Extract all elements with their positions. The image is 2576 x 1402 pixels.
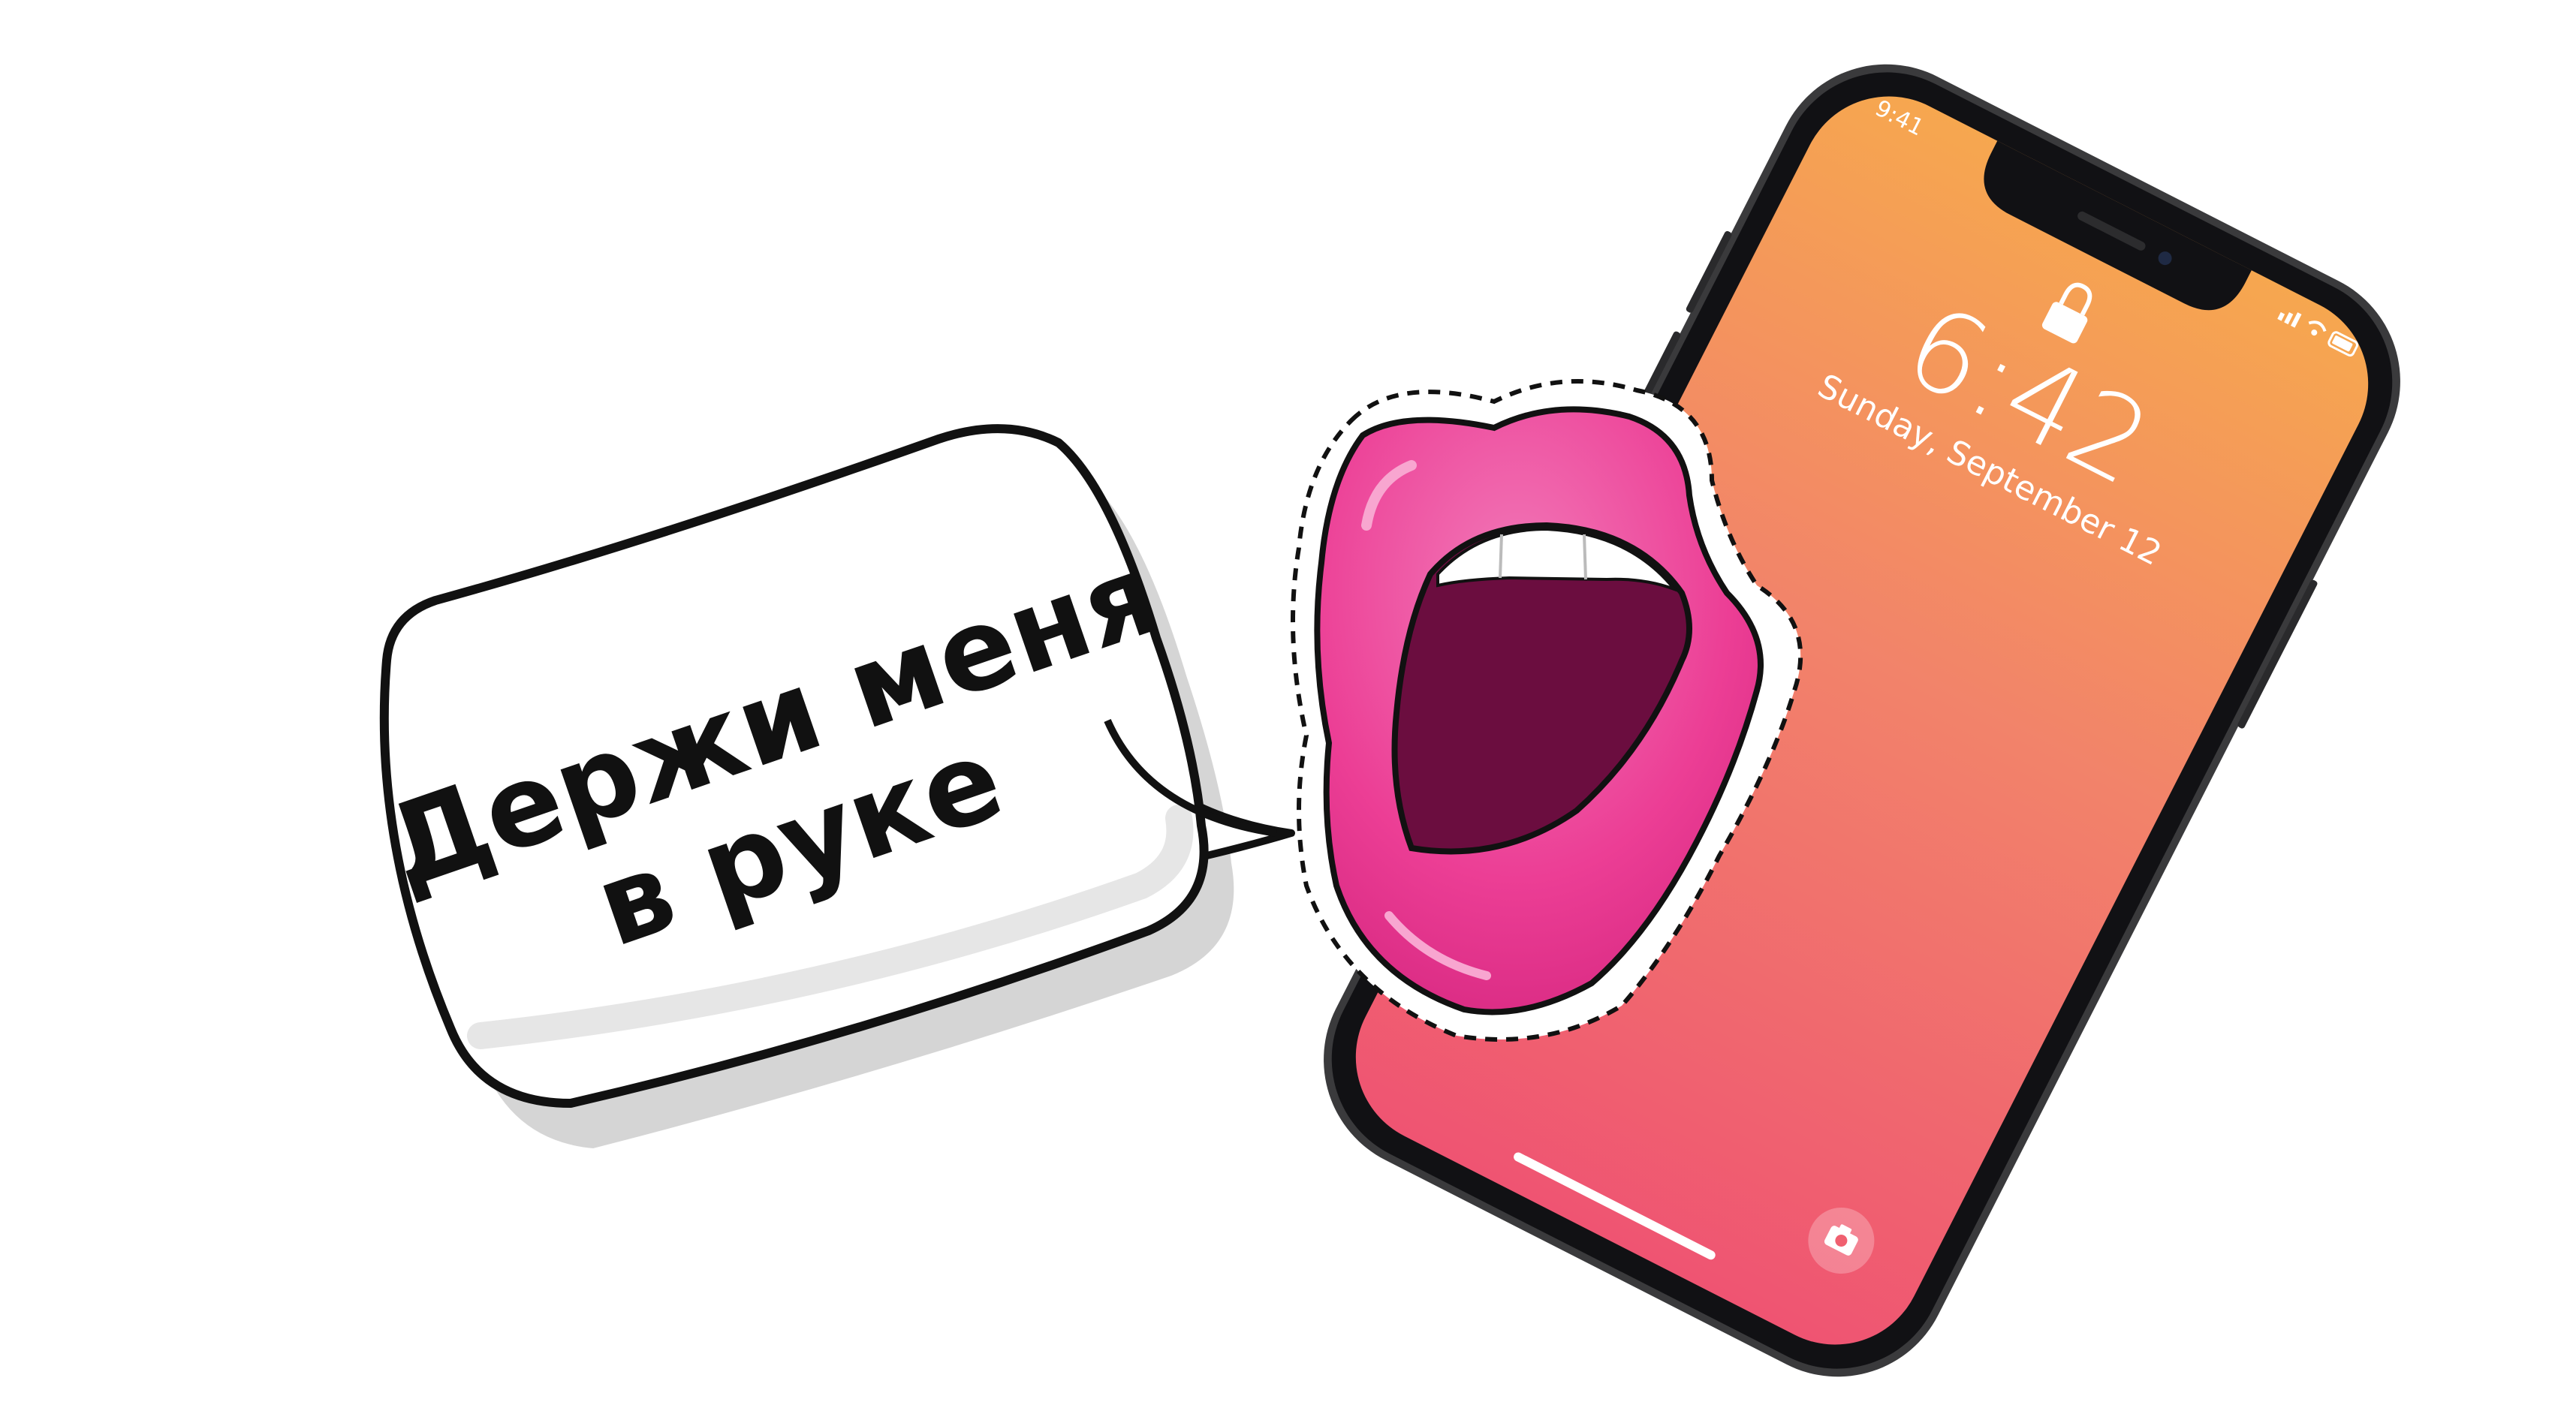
- speech-bubble: Держи меня в руке: [371, 424, 1295, 1148]
- illustration: 9:41 6:42 Sunday, September 12 Держи мен…: [371, 64, 2400, 1377]
